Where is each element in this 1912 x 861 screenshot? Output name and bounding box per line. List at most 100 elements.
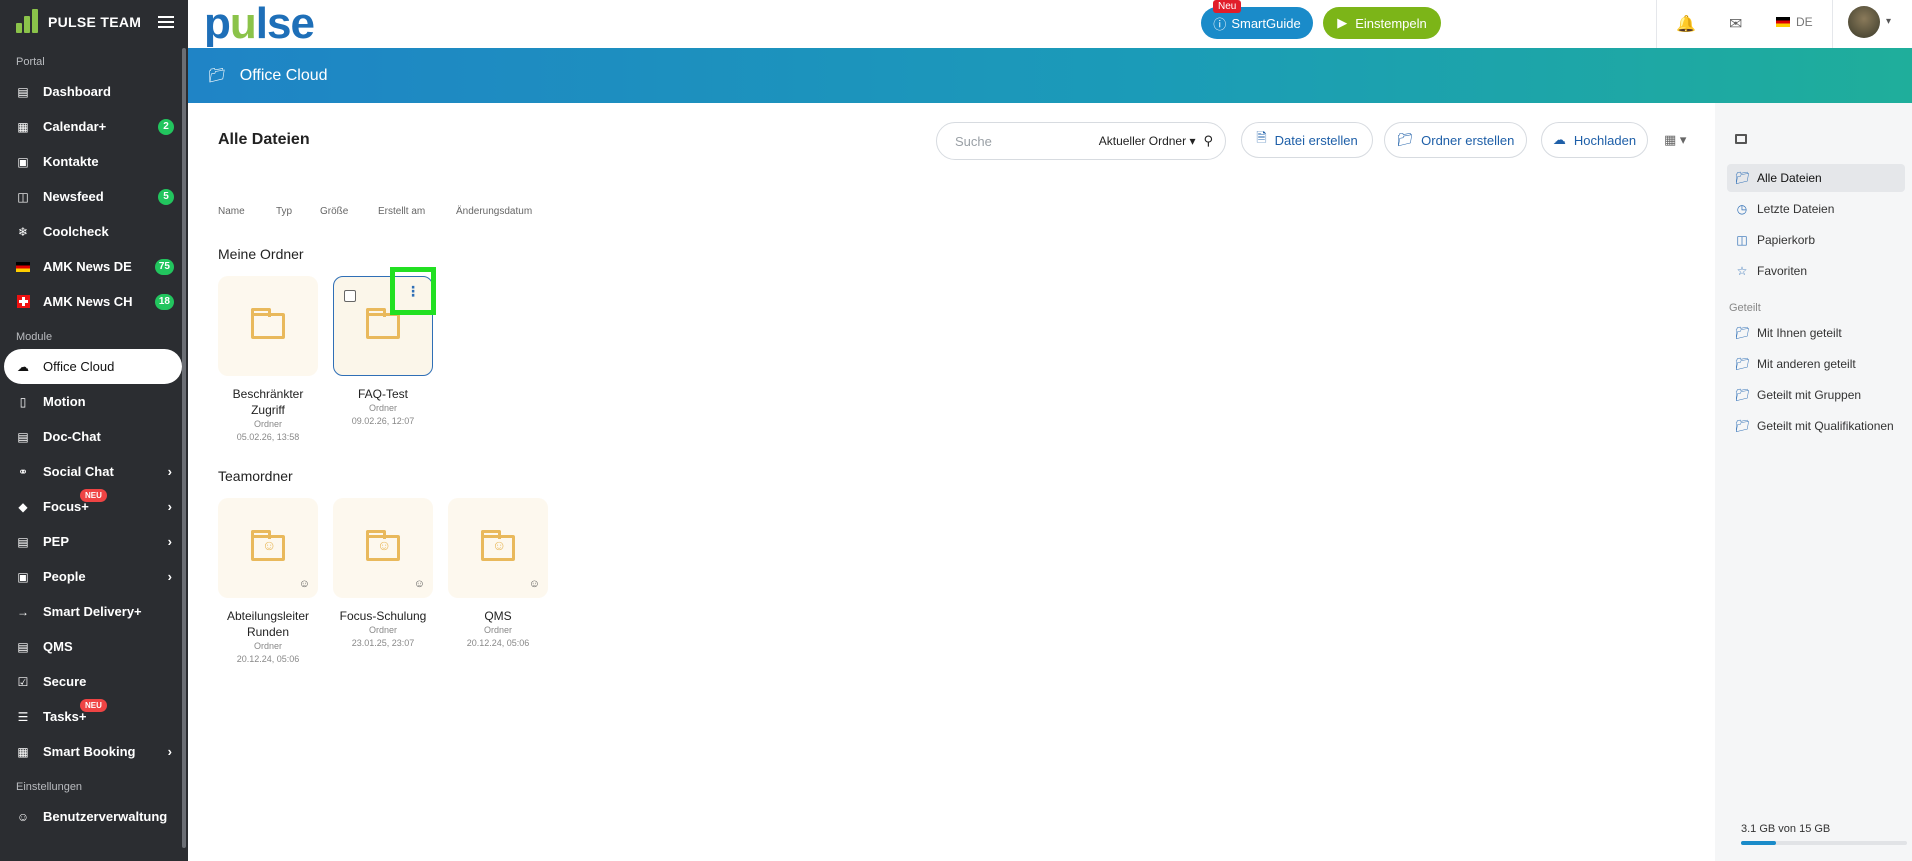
nav-mit-anderen-geteilt[interactable]: 📁︎ Mit anderen geteilt [1727, 350, 1905, 378]
sidebar: PULSE TEAM Portal ▤ Dashboard ▦ Calendar… [0, 0, 188, 861]
nav-letzte-dateien[interactable]: ◷ Letzte Dateien [1727, 195, 1905, 223]
bell-icon[interactable]: 🔔 [1676, 14, 1696, 34]
nav-label: Geteilt mit Gruppen [1757, 388, 1862, 402]
create-file-button[interactable]: 🗎︎ Datei erstellen [1241, 122, 1373, 158]
sidebar-item-doc-chat[interactable]: ▤ Doc-Chat [0, 419, 188, 454]
storage-usage-text: 3.1 GB von 15 GB [1741, 823, 1831, 835]
file-plus-icon: 🗎︎ [1256, 130, 1267, 145]
folder-name: Abteilungsleiter Runden [226, 609, 310, 639]
einstempeln-button[interactable]: ▶ Einstempeln [1323, 7, 1441, 39]
sidebar-item-focus[interactable]: ◆ Focus+ NEU › [0, 489, 188, 524]
create-folder-label: Ordner erstellen [1421, 132, 1515, 148]
sidebar-item-amk-news-de[interactable]: AMK News DE 75 [0, 249, 188, 284]
count-badge: 2 [158, 118, 174, 135]
sidebar-item-label: Doc-Chat [43, 429, 101, 444]
hamburger-menu-icon[interactable] [158, 16, 174, 28]
sidebar-item-coolcheck[interactable]: ❄ Coolcheck [0, 214, 188, 249]
divider [1832, 0, 1833, 48]
nav-mit-ihnen-geteilt[interactable]: 📁︎ Mit Ihnen geteilt [1727, 319, 1905, 347]
column-header-typ[interactable]: Typ [276, 206, 292, 217]
help-icon: ⓘ [1213, 16, 1227, 32]
search-scope-select[interactable]: Aktueller Ordner ▾ [1099, 134, 1196, 148]
chevron-down-icon[interactable]: ▾ [1886, 16, 1891, 27]
team-folder-item[interactable]: ☺ Abteilungsleiter Runden Ordner 20.12.2… [218, 498, 318, 666]
storage-usage-bar [1741, 841, 1907, 845]
folder-item-selected[interactable]: ⋮ FAQ-Test Ordner 09.02.26, 12:07 [333, 267, 436, 428]
folder-card[interactable] [218, 276, 318, 376]
sidebar-item-tasks[interactable]: ☰ Tasks+ NEU [0, 699, 188, 734]
nav-label: Papierkorb [1757, 233, 1816, 247]
folder-card[interactable]: ☺ [218, 498, 318, 598]
folder-name: Focus-Schulung [339, 609, 427, 623]
sidebar-item-newsfeed[interactable]: ◫ Newsfeed 5 [0, 179, 188, 214]
create-folder-button[interactable]: 📁︎ Ordner erstellen [1384, 122, 1527, 158]
folder-shared-icon: 📁︎ [1735, 388, 1751, 402]
sidebar-item-smart-booking[interactable]: ▦ Smart Booking › [0, 734, 188, 769]
column-header-aenderung[interactable]: Änderungsdatum [456, 206, 532, 217]
nav-papierkorb[interactable]: ◫ Papierkorb [1727, 226, 1905, 254]
nav-alle-dateien[interactable]: 📁︎ Alle Dateien [1727, 164, 1905, 192]
grid-view-icon[interactable]: ▦ ▾ [1664, 132, 1686, 148]
nav-favoriten[interactable]: ☆ Favoriten [1727, 257, 1905, 285]
brand-logo[interactable]: pulse [204, 2, 315, 46]
nav-label: Favoriten [1757, 264, 1808, 278]
folder-item[interactable]: Beschränkter Zugriff Ordner 05.02.26, 13… [218, 276, 318, 444]
qms-icon: ▤ [17, 639, 29, 654]
more-options-icon[interactable]: ⋮ [390, 267, 436, 315]
count-badge: 5 [158, 188, 174, 205]
search-input[interactable]: Suche [955, 134, 1099, 149]
main-content: Alle Dateien Suche Aktueller Ordner ▾ ⚲ … [188, 103, 1715, 861]
panel-toggle-icon[interactable] [1735, 134, 1747, 144]
create-file-label: Datei erstellen [1274, 132, 1358, 148]
avatar[interactable] [1848, 6, 1880, 38]
nav-geteilt-mit-gruppen[interactable]: 📁︎ Geteilt mit Gruppen [1727, 381, 1905, 409]
folder-card[interactable]: ⋮ [333, 267, 436, 376]
column-header-erstellt[interactable]: Erstellt am [378, 206, 425, 217]
chevron-right-icon: › [167, 744, 172, 759]
search-icon[interactable]: ⚲ [1203, 133, 1213, 149]
section-title: Alle Dateien [218, 131, 310, 148]
sidebar-item-social-chat[interactable]: ⚭ Social Chat › [0, 454, 188, 489]
language-selector[interactable]: DE [1776, 15, 1813, 29]
mail-icon[interactable]: ✉ [1729, 14, 1742, 34]
sidebar-item-calendar[interactable]: ▦ Calendar+ 2 [0, 109, 188, 144]
sidebar-item-smart-delivery[interactable]: → Smart Delivery+ [0, 594, 188, 629]
sidebar-scrollbar[interactable] [182, 48, 186, 848]
chat-icon: ▤ [17, 429, 29, 444]
sidebar-item-kontakte[interactable]: ▣ Kontakte [0, 144, 188, 179]
column-header-groesse[interactable]: Größe [320, 206, 348, 217]
column-header-name[interactable]: Name [218, 206, 245, 217]
folder-type: Ordner [368, 625, 397, 635]
nav-geteilt-mit-qualifikationen[interactable]: 📁︎ Geteilt mit Qualifikationen [1727, 412, 1905, 440]
users-icon: ☺ [16, 809, 30, 824]
cloud-icon: ☁ [17, 359, 29, 374]
sidebar-item-label: Dashboard [43, 84, 111, 99]
chevron-right-icon: › [167, 499, 172, 514]
sidebar-item-people[interactable]: ▣ People › [0, 559, 188, 594]
select-checkbox[interactable] [344, 290, 356, 302]
team-folder-icon [366, 530, 400, 561]
sidebar-item-label: Focus+ [43, 499, 89, 514]
folder-card[interactable]: ☺ [448, 498, 548, 598]
motion-icon: ▯ [19, 394, 27, 409]
team-folder-item[interactable]: ☺ QMS Ordner 20.12.24, 05:06 [448, 498, 548, 650]
sidebar-item-benutzerverwaltung[interactable]: ☺ Benutzerverwaltung [0, 799, 188, 834]
sidebar-item-qms[interactable]: ▤ QMS [0, 629, 188, 664]
sidebar-item-pep[interactable]: ▤ PEP › [0, 524, 188, 559]
page-banner: 📁︎ Office Cloud [188, 48, 1912, 103]
search-bar[interactable]: Suche Aktueller Ordner ▾ ⚲ [936, 122, 1226, 160]
sidebar-item-secure[interactable]: ☑ Secure [0, 664, 188, 699]
pep-icon: ▤ [17, 534, 29, 549]
sidebar-item-office-cloud[interactable]: ☁ Office Cloud [4, 349, 182, 384]
upload-button[interactable]: ☁ Hochladen [1541, 122, 1648, 158]
folder-card[interactable]: ☺ [333, 498, 433, 598]
sidebar-item-dashboard[interactable]: ▤ Dashboard [0, 74, 188, 109]
sidebar-item-amk-news-ch[interactable]: AMK News CH 18 [0, 284, 188, 319]
sidebar-item-label: PEP [43, 534, 70, 549]
sidebar-item-label: Secure [43, 674, 87, 689]
calendar-icon: ▦ [17, 119, 29, 134]
sidebar-item-motion[interactable]: ▯ Motion [0, 384, 188, 419]
nav-label: Mit Ihnen geteilt [1757, 326, 1842, 340]
team-folder-item[interactable]: ☺ Focus-Schulung Ordner 23.01.25, 23:07 [333, 498, 433, 650]
clock-icon: ◷ [1736, 202, 1748, 216]
